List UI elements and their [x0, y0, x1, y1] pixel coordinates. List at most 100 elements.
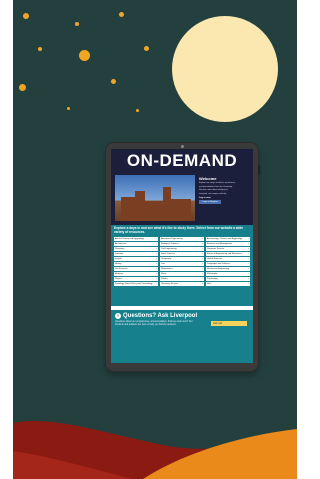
- subject-label: Aerospace Engineering: [161, 237, 183, 240]
- star-decoration: [136, 109, 139, 112]
- questions-heading: ? Questions? Ask Liverpool: [115, 313, 249, 319]
- chevron-right-icon: ›: [202, 281, 203, 285]
- subject-link[interactable]: Geography ›: [160, 256, 204, 261]
- chevron-right-icon: ›: [156, 241, 157, 245]
- subject-link[interactable]: Law ›: [160, 261, 204, 266]
- chevron-right-icon: ›: [202, 241, 203, 245]
- subject-link[interactable]: Physics ›: [114, 276, 158, 281]
- star-decoration: [119, 12, 124, 17]
- chevron-right-icon: ›: [202, 266, 203, 270]
- subject-link[interactable]: Languages and Cultures ›: [206, 261, 250, 266]
- chevron-right-icon: ›: [156, 266, 157, 270]
- subject-link[interactable]: History ›: [114, 261, 158, 266]
- chevron-right-icon: ›: [156, 271, 157, 275]
- subject-label: Archaeology, Classics and Egyptology: [207, 237, 243, 240]
- chevron-right-icon: ›: [202, 276, 203, 280]
- ask-now-button[interactable]: Ask now: [211, 321, 247, 326]
- chevron-right-icon: ›: [248, 256, 249, 260]
- questions-text: Questions about our programmes, accommod…: [115, 321, 193, 326]
- subject-link[interactable]: English ›: [114, 256, 158, 261]
- hills-decoration: [13, 421, 297, 479]
- tablet-device: ON-DEMAND Welcome Explore our range of v…: [106, 143, 260, 371]
- subject-link[interactable]: Mathematics ›: [160, 266, 204, 271]
- subject-link[interactable]: Mechanical Engineering ›: [206, 266, 250, 271]
- subject-link[interactable]: Psychology ›: [206, 276, 250, 281]
- subject-label: Architecture: [115, 242, 127, 245]
- subject-label: Geography: [161, 257, 172, 260]
- subject-label: Electrical Engineering and Electronics: [207, 252, 242, 255]
- chevron-right-icon: ›: [248, 251, 249, 255]
- subject-link[interactable]: Philosophy ›: [206, 271, 250, 276]
- chevron-right-icon: ›: [248, 276, 249, 280]
- subject-link[interactable]: Sociology, Social Policy and Criminology…: [114, 281, 158, 286]
- subject-link[interactable]: Vets ›: [206, 281, 250, 286]
- chevron-right-icon: ›: [202, 256, 203, 260]
- subject-link[interactable]: Archaeology, Classics and Egyptology ›: [206, 236, 250, 241]
- intro-line: and presentations from the University.: [199, 185, 233, 188]
- chevron-right-icon: ›: [156, 246, 157, 250]
- subject-label: Music: [161, 272, 167, 275]
- campus-image: [115, 175, 195, 221]
- explore-section: Explore a days in and see what it's like…: [111, 225, 253, 306]
- subject-link[interactable]: Biological Sciences ›: [160, 241, 204, 246]
- side-button: [258, 165, 260, 175]
- subject-label: Medicine: [115, 272, 124, 275]
- subject-label: Languages and Cultures: [207, 262, 230, 265]
- subject-link[interactable]: Politics ›: [160, 276, 204, 281]
- chevron-right-icon: ›: [156, 261, 157, 265]
- chevron-right-icon: ›: [202, 236, 203, 240]
- star-decoration: [38, 47, 42, 51]
- background-scene: ON-DEMAND Welcome Explore our range of v…: [13, 0, 297, 479]
- subject-link[interactable]: Ancient History and Egyptology ›: [114, 236, 158, 241]
- subject-link[interactable]: Architecture ›: [114, 241, 158, 246]
- subject-link[interactable]: Veterinary Science ›: [160, 281, 204, 286]
- subject-label: History: [115, 262, 122, 265]
- subject-link[interactable]: Earth Sciences ›: [160, 251, 204, 256]
- subject-label: Ancient History and Egyptology: [115, 237, 144, 240]
- subject-label: Politics: [161, 277, 168, 280]
- intro-line: Liverpool, our campus and city.: [199, 192, 227, 195]
- subject-label: Chemistry: [115, 247, 125, 250]
- star-decoration: [75, 22, 79, 26]
- subject-link[interactable]: Medicine ›: [114, 271, 158, 276]
- subject-link[interactable]: Aerospace Engineering ›: [160, 236, 204, 241]
- star-decoration: [79, 50, 90, 61]
- tablet-screen: ON-DEMAND Welcome Explore our range of v…: [111, 149, 253, 363]
- subject-link[interactable]: Electrical Engineering and Electronics ›: [206, 251, 250, 256]
- subject-label: Mechanical Engineering: [207, 267, 230, 270]
- chevron-right-icon: ›: [248, 246, 249, 250]
- subject-link[interactable]: Chemistry ›: [114, 246, 158, 251]
- chevron-right-icon: ›: [248, 281, 249, 285]
- login-button[interactable]: Login or Register: [199, 200, 221, 205]
- question-icon: ?: [115, 313, 121, 319]
- login-label: Log in now: [199, 197, 211, 200]
- chevron-right-icon: ›: [248, 241, 249, 245]
- subject-link[interactable]: Health Sciences ›: [206, 256, 250, 261]
- subject-link[interactable]: Music ›: [160, 271, 204, 276]
- subject-label: Civil Engineering: [161, 247, 177, 250]
- moon-decoration: [172, 16, 278, 122]
- subject-label: Veterinary Science: [161, 282, 179, 285]
- chevron-right-icon: ›: [156, 256, 157, 260]
- subject-label: Psychology: [207, 277, 218, 280]
- subject-label: Vets: [207, 282, 212, 285]
- chevron-right-icon: ›: [202, 261, 203, 265]
- chevron-right-icon: ›: [156, 281, 157, 285]
- subject-label: Business and Management: [207, 242, 233, 245]
- subject-label: Dentistry: [115, 252, 124, 255]
- subject-link[interactable]: Dentistry ›: [114, 251, 158, 256]
- star-decoration: [111, 79, 116, 84]
- subject-link[interactable]: Civil Engineering ›: [160, 246, 204, 251]
- chevron-right-icon: ›: [156, 236, 157, 240]
- subject-label: Law: [161, 262, 165, 265]
- questions-title: Questions? Ask Liverpool: [123, 313, 198, 319]
- subject-link[interactable]: Life Sciences ›: [114, 266, 158, 271]
- subject-link[interactable]: Business and Management ›: [206, 241, 250, 246]
- subject-label: Life Sciences: [115, 267, 128, 270]
- hero-section: Welcome Explore our range of videos, vir…: [111, 173, 253, 225]
- intro-line: Explore our range of videos, virtual tou…: [199, 182, 236, 184]
- subject-link[interactable]: Computer Science ›: [206, 246, 250, 251]
- chevron-right-icon: ›: [248, 236, 249, 240]
- chevron-right-icon: ›: [248, 261, 249, 265]
- welcome-heading: Welcome: [199, 176, 217, 181]
